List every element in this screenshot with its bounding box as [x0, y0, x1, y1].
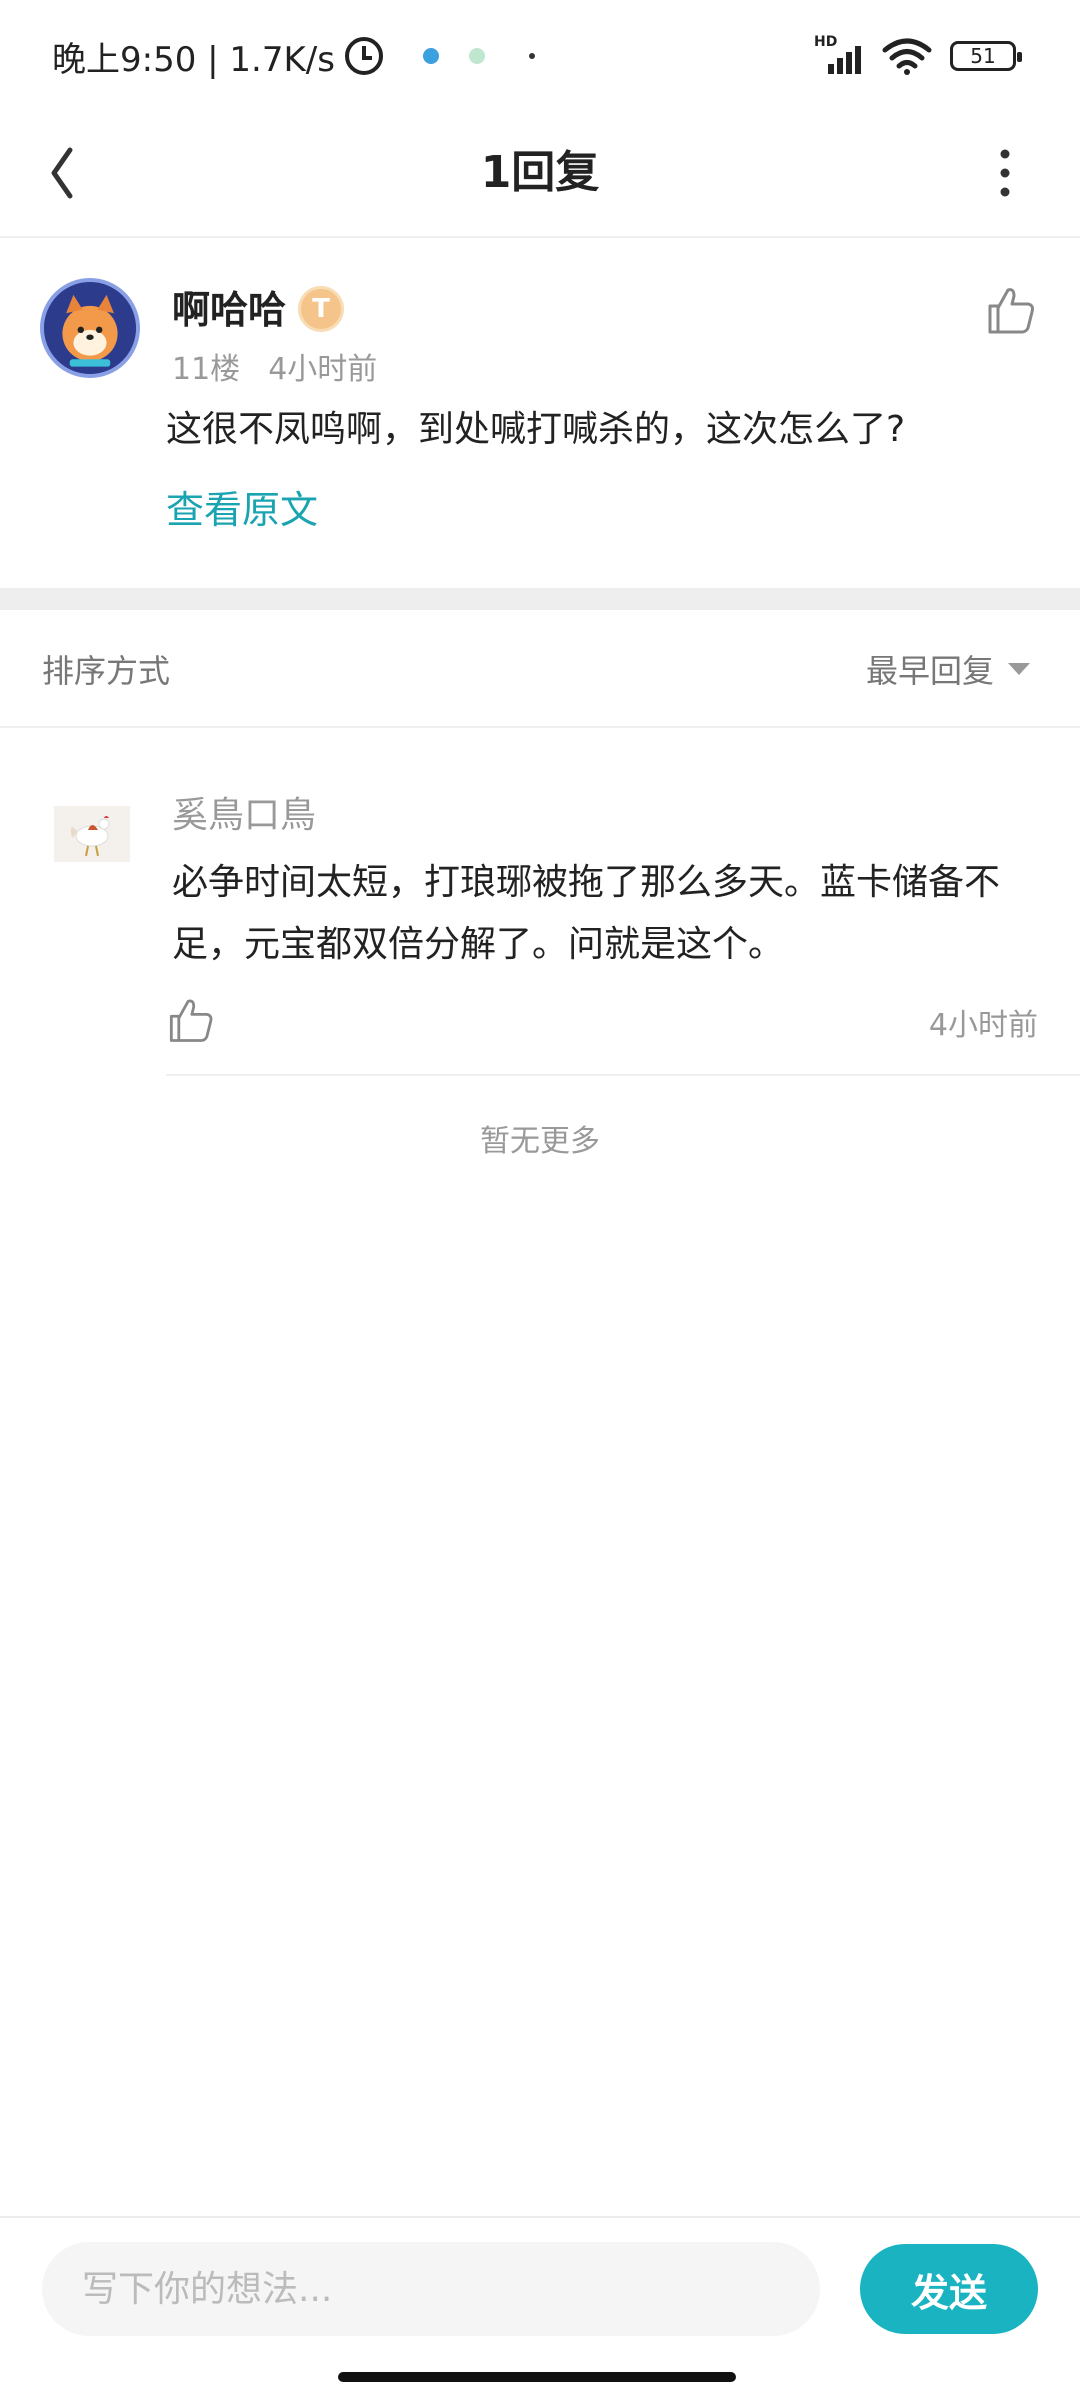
header: 1回复 — [0, 110, 1080, 238]
signal-hd-label: HD — [814, 34, 838, 50]
app-notification-icon — [468, 48, 485, 64]
more-vertical-icon[interactable] — [970, 138, 1040, 208]
level-badge: T — [298, 286, 344, 332]
section-divider — [0, 588, 1080, 610]
thumbs-up-icon[interactable] — [980, 280, 1040, 340]
comment-time: 4小时前 — [268, 352, 378, 387]
comment-meta: 11楼 4小时前 — [172, 344, 377, 388]
send-button[interactable]: 发送 — [860, 2244, 1038, 2334]
status-time-speed: 晚上9:50 | 1.7K/s — [52, 39, 335, 80]
thumbs-up-icon[interactable] — [162, 992, 218, 1048]
sort-label: 排序方式 — [42, 652, 171, 690]
reply-time: 4小时前 — [928, 1008, 1038, 1043]
status-left: 晚上9:50 | 1.7K/s — [52, 30, 535, 82]
sort-row: 排序方式 最早回复 — [0, 610, 1080, 728]
page-title: 1回复 — [480, 147, 600, 198]
signal-icon: HD — [814, 34, 864, 76]
sort-dropdown[interactable]: 最早回复 — [866, 646, 1030, 692]
bottom-input-bar: 发送 — [0, 2216, 1080, 2358]
reply-username[interactable]: 奚鳥口鳥 — [172, 786, 316, 846]
view-original-link[interactable]: 查看原文 — [166, 480, 318, 540]
status-right: HD 51 — [814, 34, 1022, 78]
battery-icon: 51 — [950, 41, 1022, 71]
comment-username[interactable]: 啊哈哈 — [172, 282, 286, 338]
no-more-label: 暂无更多 — [480, 1124, 600, 1159]
wifi-icon — [882, 38, 932, 75]
avatar[interactable] — [54, 806, 130, 862]
alarm-icon — [344, 37, 383, 75]
avatar[interactable] — [40, 278, 140, 378]
comment-content: 这很不凤鸣啊，到处喊打喊杀的，这次怎么了? — [166, 409, 906, 450]
home-indicator[interactable] — [338, 2372, 736, 2382]
status-bar: 晚上9:50 | 1.7K/s HD 51 — [0, 0, 1080, 110]
reply-content: 必争时间太短，打琅琊被拖了那么多天。蓝卡储备不足，元宝都双倍分解了。问就是这个。 — [172, 862, 1001, 965]
sort-value: 最早回复 — [865, 652, 994, 690]
caret-down-icon — [1008, 663, 1030, 675]
comment-input[interactable] — [42, 2242, 820, 2336]
battery-level: 51 — [970, 44, 996, 68]
app-notification-icon — [422, 48, 439, 64]
more-notifications-icon — [528, 53, 535, 59]
reply-item: 奚鳥口鳥 必争时间太短，打琅琊被拖了那么多天。蓝卡储备不足，元宝都双倍分解了。问… — [0, 730, 1080, 1076]
reply-divider — [166, 1074, 1080, 1076]
floor-number: 11楼 — [172, 352, 241, 387]
original-comment: 啊哈哈 T 11楼 4小时前 这很不凤鸣啊，到处喊打喊杀的，这次怎么了? 查看原文 — [0, 240, 1080, 588]
